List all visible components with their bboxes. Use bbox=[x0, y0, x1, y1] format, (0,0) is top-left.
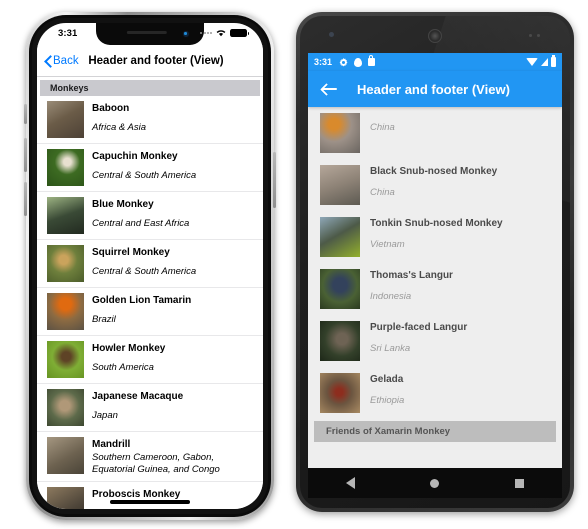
monkey-location: Japan bbox=[92, 410, 118, 421]
monkey-thumbnail bbox=[320, 373, 360, 413]
monkey-thumbnail bbox=[47, 245, 84, 282]
android-status-time: 3:31 bbox=[314, 57, 333, 67]
ios-monkey-list[interactable]: Monkeys Baboon Africa & Asia Capuchin Mo… bbox=[37, 76, 263, 509]
nav-recents-icon[interactable] bbox=[515, 478, 525, 488]
list-item[interactable]: Gelada Ethiopia bbox=[308, 367, 562, 419]
iphone-volume-up-button[interactable] bbox=[24, 138, 27, 172]
android-monkey-list[interactable]: China Black Snub-nosed Monkey China Tonk… bbox=[308, 107, 562, 468]
monkey-name: Baboon bbox=[92, 103, 130, 114]
proximity-sensors bbox=[529, 34, 540, 37]
monkey-location: Brazil bbox=[92, 314, 116, 325]
monkey-thumbnail bbox=[47, 149, 84, 186]
monkey-location: Central & South America bbox=[92, 170, 197, 181]
list-item[interactable]: Squirrel Monkey Central & South America bbox=[37, 240, 263, 288]
list-item[interactable]: Golden Lion Tamarin Brazil bbox=[37, 288, 263, 336]
iphone-volume-down-button[interactable] bbox=[24, 182, 27, 216]
android-screen: 3:31 Header and footer (View) China Blac… bbox=[308, 53, 562, 468]
monkey-location: China bbox=[370, 122, 395, 133]
android-navigation-bar bbox=[308, 468, 562, 498]
list-item[interactable]: Howler Monkey South America bbox=[37, 336, 263, 384]
monkey-thumbnail bbox=[47, 197, 84, 234]
nav-home-icon[interactable] bbox=[430, 478, 440, 488]
front-camera-icon bbox=[329, 32, 334, 37]
monkey-thumbnail bbox=[47, 293, 84, 330]
monkey-name: Purple-faced Langur bbox=[370, 322, 468, 333]
gear-icon bbox=[339, 57, 348, 66]
monkey-thumbnail bbox=[47, 487, 84, 509]
ios-status-indicators bbox=[200, 28, 249, 37]
page-title: Header and footer (View) bbox=[357, 81, 510, 97]
monkey-location: Sri Lanka bbox=[370, 343, 411, 354]
monkey-thumbnail bbox=[47, 437, 84, 474]
nav-back-icon[interactable] bbox=[345, 477, 355, 489]
monkey-name: Howler Monkey bbox=[92, 343, 166, 354]
signal-icon bbox=[541, 58, 548, 66]
ios-list-section-header: Monkeys bbox=[40, 80, 260, 96]
monkey-location: China bbox=[370, 187, 395, 198]
iphone-device: 3:31 Back Header and footer (View) Monke… bbox=[24, 12, 276, 520]
list-item[interactable]: China bbox=[308, 107, 562, 159]
monkey-location: Central and East Africa bbox=[92, 218, 190, 229]
monkey-thumbnail bbox=[47, 341, 84, 378]
shield-icon bbox=[354, 57, 363, 67]
list-item[interactable]: Mandrill Southern Cameroon, Gabon, Equat… bbox=[37, 432, 263, 482]
monkey-location: Ethiopia bbox=[370, 395, 405, 406]
android-app-bar: Header and footer (View) bbox=[308, 71, 562, 107]
monkey-name: Gelada bbox=[370, 374, 404, 385]
monkey-thumbnail bbox=[320, 217, 360, 257]
monkey-thumbnail bbox=[320, 269, 360, 309]
list-item[interactable]: Baboon Africa & Asia bbox=[37, 96, 263, 144]
monkey-name: Mandrill bbox=[92, 439, 131, 450]
android-device: 3:31 Header and footer (View) China Blac… bbox=[296, 12, 574, 512]
monkey-name: Japanese Macaque bbox=[92, 391, 184, 402]
earpiece-speaker-icon bbox=[428, 29, 442, 43]
list-item[interactable]: Thomas's Langur Indonesia bbox=[308, 263, 562, 315]
signal-dots-icon bbox=[200, 31, 212, 34]
list-item[interactable]: Black Snub-nosed Monkey China bbox=[308, 159, 562, 211]
iphone-screen: 3:31 Back Header and footer (View) Monke… bbox=[37, 23, 263, 509]
iphone-power-button[interactable] bbox=[273, 152, 276, 208]
monkey-thumbnail bbox=[47, 101, 84, 138]
arrow-left-icon[interactable] bbox=[320, 80, 339, 99]
android-status-bar: 3:31 bbox=[308, 53, 562, 71]
monkey-thumbnail bbox=[320, 321, 360, 361]
home-indicator[interactable] bbox=[110, 500, 190, 504]
list-item[interactable]: Tonkin Snub-nosed Monkey Vietnam bbox=[308, 211, 562, 263]
monkey-location: Southern Cameroon, Gabon, Equatorial Gui… bbox=[92, 452, 220, 475]
monkey-thumbnail bbox=[320, 165, 360, 205]
monkey-location: Vietnam bbox=[370, 239, 405, 250]
monkey-name: Thomas's Langur bbox=[370, 270, 453, 281]
android-list-footer: Friends of Xamarin Monkey bbox=[314, 421, 556, 442]
monkey-name: Golden Lion Tamarin bbox=[92, 295, 192, 306]
list-item[interactable]: Japanese Macaque Japan bbox=[37, 384, 263, 432]
monkey-name: Capuchin Monkey bbox=[92, 151, 178, 162]
monkey-name: Blue Monkey bbox=[92, 199, 154, 210]
page-title: Header and footer (View) bbox=[88, 54, 224, 67]
android-status-system-icons bbox=[526, 55, 556, 67]
monkey-location: Central & South America bbox=[92, 266, 197, 277]
monkey-name: Squirrel Monkey bbox=[92, 247, 170, 258]
monkey-thumbnail bbox=[47, 389, 84, 426]
ios-status-time: 3:31 bbox=[58, 28, 78, 39]
ios-status-bar: 3:31 bbox=[37, 23, 263, 45]
ios-navigation-bar: Back Header and footer (View) bbox=[37, 45, 263, 77]
list-item[interactable]: Proboscis Monkey bbox=[37, 482, 263, 509]
monkey-name: Black Snub-nosed Monkey bbox=[370, 166, 498, 177]
monkey-name: Tonkin Snub-nosed Monkey bbox=[370, 218, 503, 229]
monkey-location: Indonesia bbox=[370, 291, 412, 302]
monkey-location: Africa & Asia bbox=[92, 122, 147, 133]
battery-icon bbox=[551, 55, 556, 67]
list-item[interactable]: Blue Monkey Central and East Africa bbox=[37, 192, 263, 240]
lock-icon bbox=[368, 55, 376, 66]
android-status-notification-icons bbox=[339, 55, 376, 67]
list-item[interactable]: Capuchin Monkey Central & South America bbox=[37, 144, 263, 192]
monkey-thumbnail bbox=[320, 113, 360, 153]
iphone-silent-switch[interactable] bbox=[24, 104, 27, 124]
monkey-location: South America bbox=[92, 362, 154, 373]
wifi-icon bbox=[216, 30, 226, 37]
battery-icon bbox=[230, 28, 249, 37]
list-item[interactable]: Purple-faced Langur Sri Lanka bbox=[308, 315, 562, 367]
wifi-icon bbox=[526, 58, 538, 66]
